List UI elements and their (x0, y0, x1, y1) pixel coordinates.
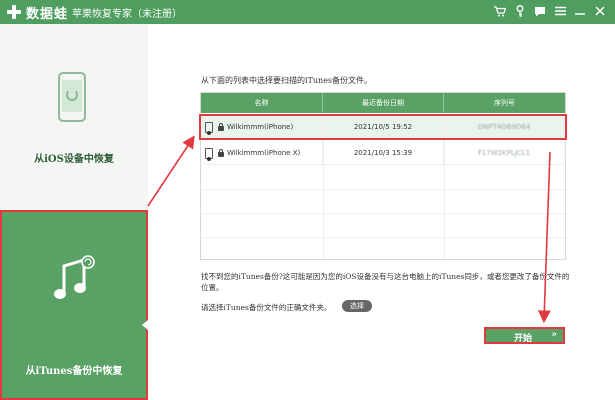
phone-sync-icon (58, 72, 86, 122)
table-header: 名称 最近备份日期 序列号 (201, 93, 565, 113)
lock-icon (218, 148, 224, 157)
active-indicator (142, 320, 148, 330)
app-name: 数据蛙 (26, 6, 69, 22)
key-icon[interactable] (513, 4, 527, 18)
column-header-name[interactable]: 名称 (201, 93, 323, 113)
chat-icon[interactable] (533, 4, 547, 18)
choose-folder-label: 请选择iTunes备份文件的正确文件夹。 (201, 303, 332, 312)
titlebar-controls (493, 4, 607, 18)
sidebar-item-label: 从iOS设备中恢复 (34, 154, 114, 165)
sidebar-item-ios-recovery[interactable]: 从iOS设备中恢复 (0, 24, 148, 212)
close-icon[interactable] (593, 4, 607, 18)
app-window: 数据蛙 苹果恢复专家（未注册） 从iOS设备中恢复 从iTunes备份中恢复 从… (0, 0, 615, 400)
table-row[interactable]: Wilkimmm(iPhone X) 2021/10/3 15:39 F17W2… (201, 141, 565, 165)
selection-highlight (199, 114, 567, 140)
backup-date: 2021/10/3 15:39 (323, 141, 444, 165)
app-logo: 数据蛙 (6, 3, 69, 22)
sidebar-item-label: 从iTunes备份中恢复 (25, 366, 123, 377)
start-button-label: 开始 (514, 334, 533, 344)
device-icon (205, 147, 213, 161)
menu-icon[interactable] (553, 4, 567, 18)
column-header-date[interactable]: 最近备份日期 (323, 93, 444, 113)
music-note-icon (54, 255, 95, 299)
plus-logo-icon (6, 4, 22, 20)
start-button[interactable]: 开始 » (484, 327, 565, 344)
instruction-text: 从下面的列表中选择要扫描的iTunes备份文件。 (201, 76, 373, 85)
sidebar-item-itunes-recovery[interactable]: 从iTunes备份中恢复 (0, 210, 148, 400)
backup-name: Wilkimmm(iPhone X) (227, 149, 301, 157)
backup-serial: F17W2KPLJCL1 (444, 141, 565, 165)
column-header-serial[interactable]: 序列号 (444, 93, 565, 113)
arrow-sidebar-to-row (147, 135, 195, 207)
chevron-right-icon: » (551, 330, 557, 340)
missing-backup-note: 找不到您的iTunes备份?这可能是因为您的iOS设备没有与这台电脑上的iTun… (201, 272, 570, 292)
browse-button[interactable]: 选择 (342, 300, 372, 312)
title-bar: 数据蛙 苹果恢复专家（未注册） (0, 0, 615, 24)
sidebar: 从iOS设备中恢复 从iTunes备份中恢复 (0, 24, 148, 400)
cart-icon[interactable] (493, 4, 507, 18)
minimize-icon[interactable] (573, 4, 587, 18)
window-title: 苹果恢复专家（未注册） (72, 9, 182, 20)
